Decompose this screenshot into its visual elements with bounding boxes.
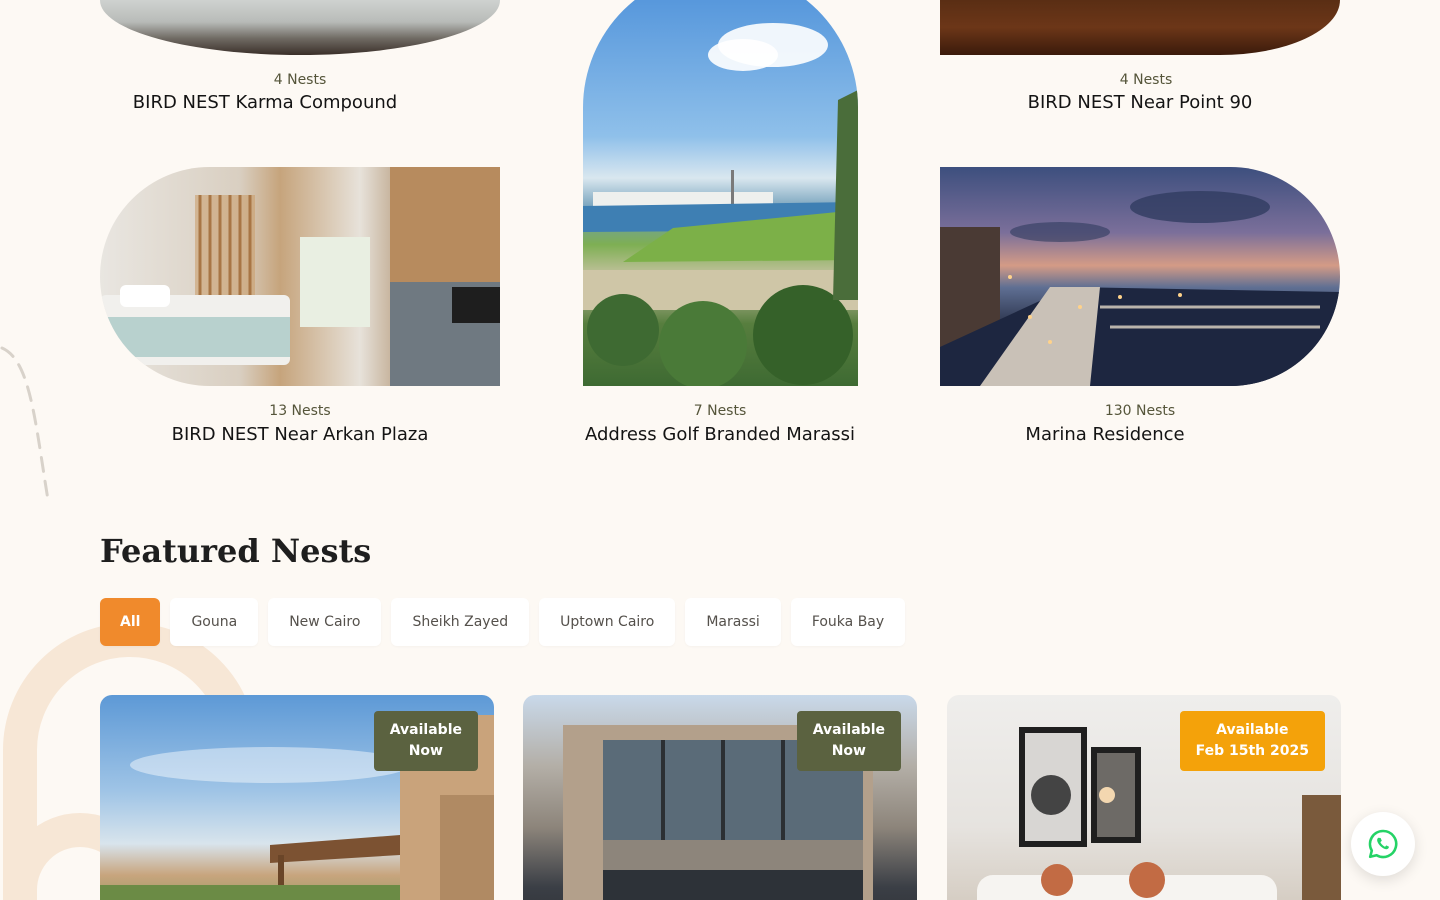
- development-count: 130 Nests: [1104, 403, 1176, 419]
- availability-badge: Available Now: [373, 711, 478, 771]
- filter-fouka-bay[interactable]: Fouka Bay: [790, 598, 906, 646]
- filter-all[interactable]: All: [100, 598, 161, 646]
- filter-new-cairo[interactable]: New Cairo: [268, 598, 382, 646]
- bedroom-illustration: [100, 167, 500, 386]
- golf-photo: [583, 0, 858, 386]
- development-count: 7 Nests: [693, 403, 747, 419]
- marina-photo: [940, 167, 1340, 386]
- whatsapp-button[interactable]: [1351, 812, 1415, 876]
- featured-title: Featured Nests: [100, 532, 372, 570]
- development-name: BIRD NEST Near Point 90: [1027, 92, 1253, 113]
- filter-marassi[interactable]: Marassi: [685, 598, 781, 646]
- badge-line-2: Now: [831, 743, 866, 759]
- sofa-photo: [100, 0, 500, 55]
- badge-line-1: Available: [389, 722, 462, 738]
- featured-nest-card[interactable]: Available Now: [523, 695, 917, 900]
- badge-line-2: Now: [408, 743, 443, 759]
- availability-badge: Available Now: [796, 711, 901, 771]
- badge-line-2: Feb 15th 2025: [1195, 743, 1309, 759]
- badge-line-1: Available: [1216, 722, 1289, 738]
- development-name: Address Golf Branded Marassi: [584, 424, 855, 445]
- chairs-photo: [940, 0, 1340, 55]
- development-name: BIRD NEST Near Arkan Plaza: [171, 424, 429, 445]
- featured-nest-card[interactable]: Available Now: [100, 695, 494, 900]
- development-count: 4 Nests: [273, 72, 327, 88]
- golf-illustration: [583, 23, 858, 386]
- filter-uptown-cairo[interactable]: Uptown Cairo: [539, 598, 676, 646]
- developments-grid: 4 Nests BIRD NEST Karma Compound 4 Nests…: [0, 0, 1440, 498]
- marina-illustration: [940, 191, 1340, 386]
- development-count: 4 Nests: [1119, 72, 1173, 88]
- whatsapp-icon: [1368, 829, 1398, 859]
- badge-line-1: Available: [812, 722, 885, 738]
- bedroom-photo: [100, 167, 500, 386]
- filter-gouna[interactable]: Gouna: [170, 598, 259, 646]
- filter-sheikh-zayed[interactable]: Sheikh Zayed: [391, 598, 530, 646]
- development-name: BIRD NEST Karma Compound: [132, 92, 398, 113]
- development-count: 13 Nests: [269, 403, 331, 419]
- location-filter-tabs: All Gouna New Cairo Sheikh Zayed Uptown …: [100, 598, 906, 646]
- development-name: Marina Residence: [1025, 424, 1185, 445]
- featured-nest-card[interactable]: Available Feb 15th 2025: [947, 695, 1341, 900]
- availability-badge: Available Feb 15th 2025: [1179, 711, 1325, 771]
